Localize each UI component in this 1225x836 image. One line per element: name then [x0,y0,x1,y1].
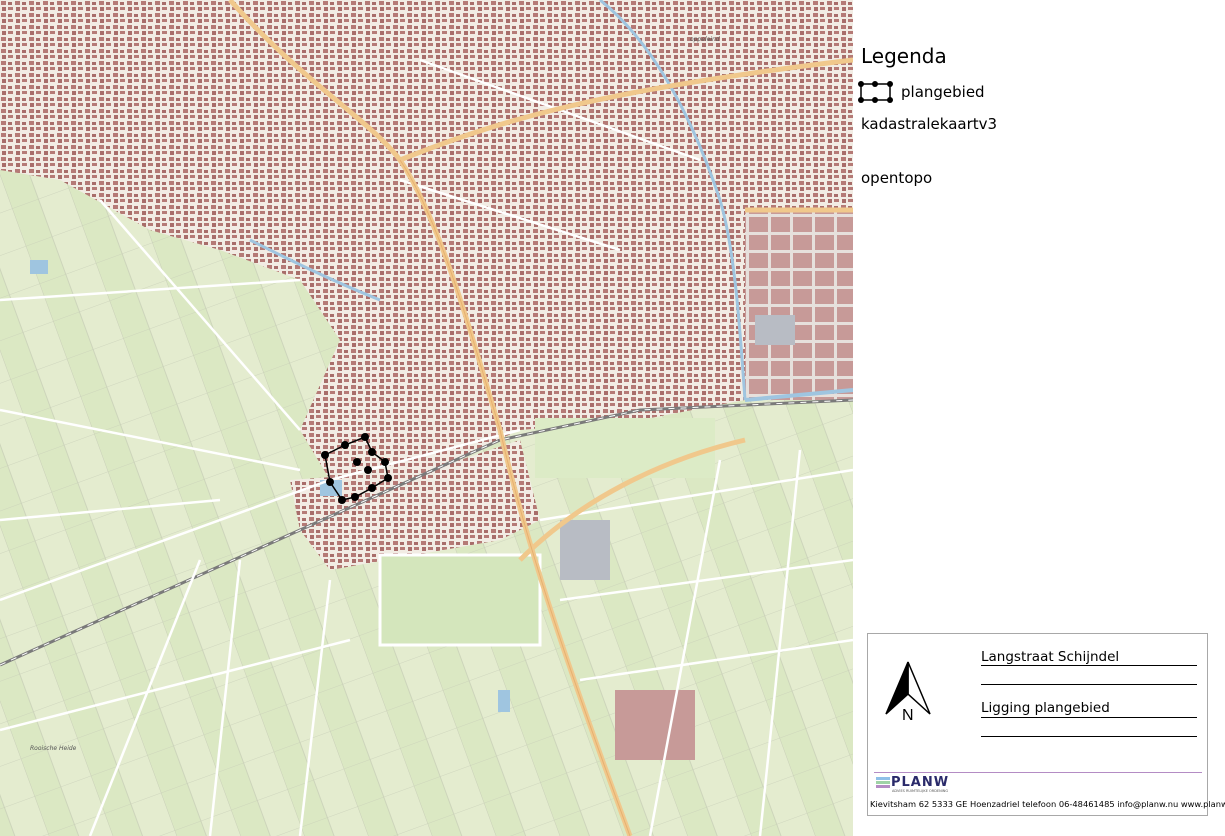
legend-item-kadastralekaart: kadastralekaartv3 [861,115,998,133]
legend-item-plangebied: plangebied [857,79,985,105]
contact-info: Kievitsham 62 5333 GE Hoenzadriel telefo… [870,799,1225,809]
divider [981,717,1197,718]
map-canvas [0,0,853,836]
planw-logo-bars-icon [876,777,890,788]
divider [874,772,1202,773]
title-block: N Langstraat Schijndel Ligging plangebie… [867,633,1225,816]
project-title: Langstraat Schijndel [981,649,1120,665]
legend-panel: Legenda plangebied kadastralekaartv3 ope… [853,0,1225,630]
divider [981,736,1197,737]
map-label-rooische-heide: Rooische Heide [30,745,77,752]
dotted-boundary-icon [858,81,893,103]
divider [981,684,1197,685]
legend-item-label: plangebied [901,83,985,101]
map-label-hoppeleind: oppeleind [690,36,720,43]
north-arrow-icon: N [885,661,931,724]
divider [981,665,1197,666]
north-letter: N [902,707,914,724]
logo-subtitle: ADVIES RUIMTELIJKE ORDENING [892,789,949,793]
map-subject: Ligging plangebied [981,700,1110,716]
legend-title: Legenda [861,44,947,68]
legend-item-opentopo: opentopo [861,169,933,187]
map-area[interactable]: oppeleind Rooische Heide [0,0,853,836]
planw-logo: PLANW ADVIES RUIMTELIJKE ORDENING [874,775,962,797]
logo-name: PLANW [891,775,950,790]
